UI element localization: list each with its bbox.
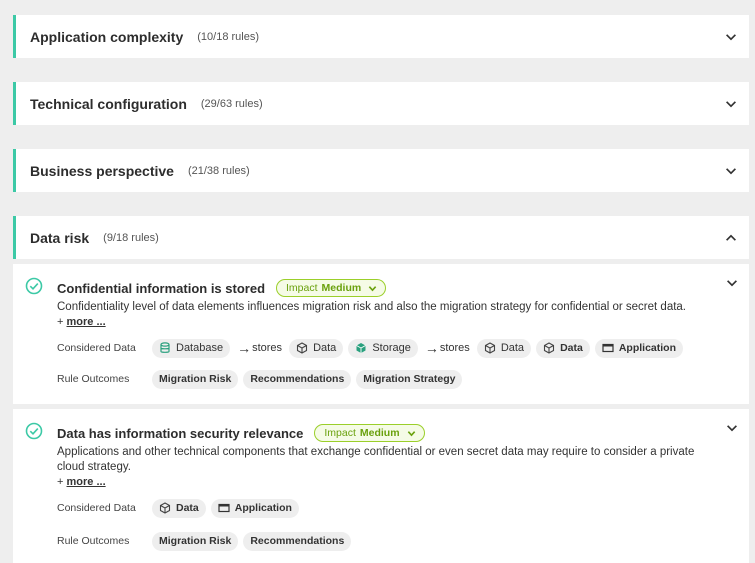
section-header[interactable]: Application complexity (10/18 rules) <box>16 15 749 58</box>
section-header[interactable]: Data risk (9/18 rules) <box>16 216 749 259</box>
database-icon <box>160 342 170 353</box>
impact-label: Impact <box>324 427 356 439</box>
section-header[interactable]: Business perspective (21/38 rules) <box>16 149 749 192</box>
chip-label: Storage <box>372 342 411 354</box>
rule-title: Confidential information is stored <box>57 280 266 296</box>
chip-label: Data <box>176 502 199 514</box>
section-rule-count: (29/63 rules) <box>200 97 263 110</box>
impact-badge[interactable]: Impact Medium <box>276 279 387 297</box>
cube-icon <box>297 342 308 354</box>
section-application-complexity[interactable]: Application complexity (10/18 rules) <box>13 15 749 58</box>
considered-data-label: Considered Data <box>57 502 136 514</box>
chip-label: Data <box>560 342 583 354</box>
chip-application[interactable]: Application <box>594 338 683 358</box>
section-rule-count: (9/18 rules) <box>103 231 159 244</box>
considered-data-row: Considered Data Data Application <box>57 498 709 518</box>
chip-data[interactable]: Data <box>536 338 590 358</box>
application-icon <box>602 343 614 353</box>
cube-icon <box>544 342 555 354</box>
outcome-chip[interactable]: Migration Risk <box>152 369 239 389</box>
section-title: Data risk <box>30 229 90 246</box>
section-technical-configuration[interactable]: Technical configuration (29/63 rules) <box>13 82 749 125</box>
chevron-down-icon <box>407 430 415 436</box>
chip-data[interactable]: Data <box>152 498 206 518</box>
cube-icon <box>159 502 171 514</box>
impact-value: Medium <box>321 282 362 294</box>
chevron-down-icon[interactable] <box>723 163 739 179</box>
chip-label: Data <box>500 342 525 354</box>
cube-icon <box>484 342 495 354</box>
rule-outcomes-row: Rule Outcomes Migration Risk Recommendat… <box>57 369 709 389</box>
impact-badge[interactable]: Impact Medium <box>314 424 425 442</box>
chip-label: Database <box>176 342 224 354</box>
chip-data[interactable]: Data <box>289 338 344 358</box>
section-header[interactable]: Technical configuration (29/63 rules) <box>16 82 749 125</box>
considered-data-row: Considered Data Database → stores Data St… <box>57 338 709 358</box>
relation-label: stores <box>439 342 470 354</box>
storage-icon <box>356 343 367 353</box>
rule-outcomes-label: Rule Outcomes <box>57 535 130 547</box>
more-prefix: + <box>57 316 64 328</box>
section-rule-count: (21/38 rules) <box>187 164 250 177</box>
rule-outcomes-row: Rule Outcomes Migration Risk Recommendat… <box>57 531 709 551</box>
more-toggle: + more ... <box>57 316 709 328</box>
rule-title: Data has information security relevance <box>57 425 304 441</box>
chip-database[interactable]: Database <box>152 338 231 358</box>
chip-application[interactable]: Application <box>210 498 299 518</box>
rule-card: Data has information security relevance … <box>13 409 749 563</box>
rule-outcomes-label: Rule Outcomes <box>57 373 130 385</box>
section-data-risk[interactable]: Data risk (9/18 rules) <box>13 216 749 259</box>
more-link[interactable]: more ... <box>67 476 106 488</box>
chip-label: Data <box>313 342 337 354</box>
more-prefix: + <box>57 476 64 488</box>
chevron-down-icon[interactable] <box>723 29 739 45</box>
chip-label: Application <box>234 502 292 514</box>
relation-stores: → stores <box>424 340 470 356</box>
more-toggle: + more ... <box>57 476 709 488</box>
impact-label: Impact <box>286 282 318 294</box>
section-title: Business perspective <box>30 162 174 179</box>
application-icon <box>218 503 230 513</box>
chip-data[interactable]: Data <box>476 338 532 358</box>
section-business-perspective[interactable]: Business perspective (21/38 rules) <box>13 149 749 192</box>
rule-description: Confidentiality level of data elements i… <box>57 301 686 313</box>
section-title: Application complexity <box>30 28 184 45</box>
considered-data-label: Considered Data <box>57 342 136 354</box>
chevron-up-icon[interactable] <box>723 230 739 246</box>
chip-label: Application <box>618 342 676 354</box>
section-rule-count: (10/18 rules) <box>197 30 260 43</box>
chevron-down-icon <box>368 285 377 291</box>
outcome-chip[interactable]: Migration Strategy <box>356 369 463 389</box>
outcome-chip[interactable]: Migration Risk <box>152 531 239 551</box>
outcome-chip[interactable]: Recommendations <box>243 531 352 551</box>
chevron-down-icon[interactable] <box>723 96 739 112</box>
more-link[interactable]: more ... <box>67 316 106 328</box>
rule-card: Confidential information is stored Impac… <box>13 264 749 404</box>
impact-value: Medium <box>359 427 400 439</box>
outcome-chip[interactable]: Recommendations <box>243 369 352 389</box>
chip-storage[interactable]: Storage <box>348 338 418 358</box>
relation-label: stores <box>252 342 283 354</box>
relation-stores: → stores <box>237 340 283 356</box>
rule-description: Applications and other technical compone… <box>57 446 695 473</box>
section-title: Technical configuration <box>30 95 187 112</box>
